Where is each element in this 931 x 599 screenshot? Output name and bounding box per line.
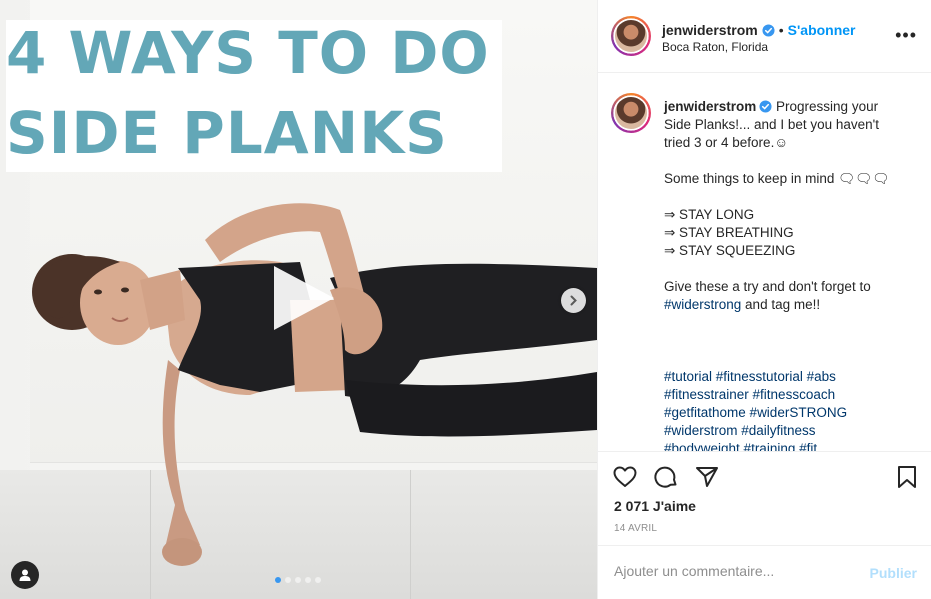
hashtag-line[interactable]: #bodyweight #training #fit [664,440,904,451]
follow-button[interactable]: S'abonner [788,22,856,38]
post-media[interactable]: 4 WAYS TO DO SIDE PLANKS [0,0,597,599]
header-user-line: jenwiderstrom • S'abonner [662,22,856,38]
share-icon[interactable] [694,464,720,490]
tagged-users-button[interactable] [11,561,39,589]
hashtag-link[interactable]: #widerstrong [664,297,741,312]
avatar[interactable] [611,16,651,56]
publish-button[interactable]: Publier [870,565,917,581]
hashtag-line[interactable]: #tutorial #fitnesstutorial #abs [664,368,904,386]
bookmark-icon[interactable] [894,464,920,490]
post-header: jenwiderstrom • S'abonner Boca Raton, Fl… [598,0,931,73]
more-options-button[interactable]: ••• [895,26,917,44]
hashtag-line[interactable]: #getfitathome #widerSTRONG [664,404,904,422]
caption-text: Some things to keep in mind 🗨🗨🗨 [664,171,890,186]
post-sidebar: jenwiderstrom • S'abonner Boca Raton, Fl… [597,0,931,599]
carousel-dot [315,577,321,583]
comment-icon[interactable] [653,464,679,490]
post-date[interactable]: 14 AVRIL [614,523,657,534]
user-icon [19,569,31,581]
hashtag-line[interactable]: #fitnesstrainer #fitnesscoach [664,386,904,404]
caption-username[interactable]: jenwiderstrom [664,99,756,114]
verified-badge-icon [759,100,772,113]
avatar[interactable] [611,93,651,133]
caption-text: ⇒ STAY LONG [664,207,755,222]
carousel-dot [295,577,301,583]
chevron-right-icon [570,295,577,306]
separator-dot: • [778,22,784,38]
carousel-dot [285,577,291,583]
verified-badge-icon [762,23,775,37]
carousel-indicator [275,577,321,583]
comment-input[interactable] [614,563,854,579]
caption-text: Give these a try and don't forget to [664,279,871,294]
comment-form: Publier [598,545,931,599]
post-actions: 2 071 J'aime 14 AVRIL [598,451,931,545]
play-button[interactable] [266,262,338,334]
carousel-next-button[interactable] [561,288,586,313]
caption-text: ⇒ STAY BREATHING [664,225,794,240]
caption-text: and tag me!! [741,297,821,312]
carousel-dot [275,577,281,583]
location-link[interactable]: Boca Raton, Florida [662,40,768,54]
username-link[interactable]: jenwiderstrom [662,22,758,38]
heart-icon[interactable] [612,464,638,490]
carousel-dot [305,577,311,583]
comments-section: jenwiderstrom Progressing your Side Plan… [598,74,931,451]
caption-text: ⇒ STAY SQUEEZING [664,243,796,258]
play-icon [274,266,334,330]
post-caption: jenwiderstrom Progressing your Side Plan… [664,98,904,451]
hashtag-line[interactable]: #widerstrom #dailyfitness [664,422,904,440]
like-count[interactable]: 2 071 J'aime [614,498,696,514]
